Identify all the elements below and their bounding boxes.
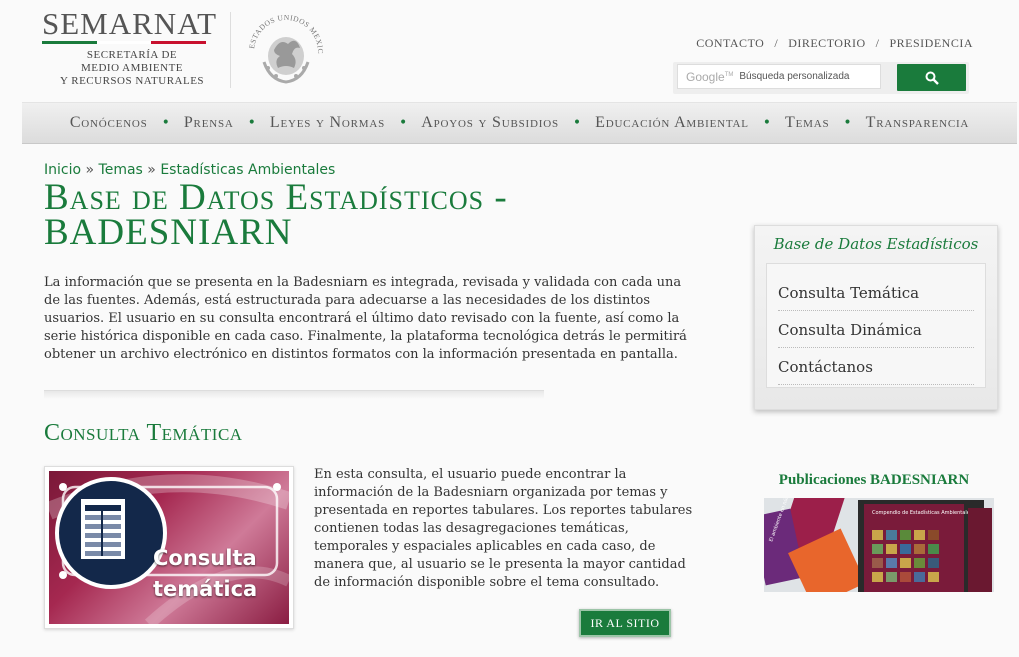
nav-item-prensa[interactable]: Prensa: [184, 114, 234, 132]
publications-title: Publicaciones BADESNIARN: [778, 472, 970, 488]
breadcrumb-inicio[interactable]: Inicio: [44, 162, 81, 178]
nav-item-transparencia[interactable]: Transparencia: [866, 114, 970, 132]
thumbnail-caption: Consulta temática: [153, 543, 257, 605]
link-contacto[interactable]: CONTACTO: [696, 36, 764, 50]
mexico-seal-icon: ESTADOS UNIDOS MEXICANOS: [244, 10, 325, 84]
link-presidencia[interactable]: PRESIDENCIA: [889, 36, 973, 50]
nav-separator-dot: •: [161, 115, 170, 131]
sidebar-item-consulta-dinamica[interactable]: Consulta Dinámica: [778, 321, 974, 348]
search-input[interactable]: [739, 71, 870, 82]
nav-separator-dot: •: [572, 115, 582, 131]
breadcrumb-temas[interactable]: Temas: [99, 162, 143, 178]
sidebar-item-consulta-tematica[interactable]: Consulta Temática: [778, 284, 974, 311]
go-to-site-button[interactable]: IR AL SITIO: [579, 609, 671, 637]
publications-image[interactable]: El ambiente en números Compendio de Esta…: [764, 498, 994, 592]
breadcrumb-estadisticas[interactable]: Estadísticas Ambientales: [160, 162, 335, 178]
section-divider: [44, 390, 544, 399]
breadcrumb-separator: »: [147, 162, 156, 178]
semarnat-logo[interactable]: SEMARNAT SECRETARÍA DE MEDIO AMBIENTE Y …: [42, 8, 222, 93]
logo-divider: [230, 12, 231, 88]
books-image: El ambiente en números Compendio de Esta…: [764, 498, 994, 592]
search-box: GoogleTM: [677, 64, 881, 89]
thumbnail-graphic: Consulta temática: [49, 471, 289, 624]
sidebar-title: Base de Datos Estadísticos: [773, 235, 979, 253]
nav-item-educacion-ambiental[interactable]: Educación Ambiental: [595, 114, 749, 132]
nav-separator-dot: •: [247, 115, 256, 131]
logo-title: SEMARNAT: [42, 6, 218, 41]
search-icon: [925, 71, 939, 85]
breadcrumb-separator: »: [85, 162, 95, 178]
google-brand-mark: TM: [724, 71, 734, 78]
logo-subtitle-line: Y RECURSOS NATURALES: [59, 75, 205, 87]
google-brand: GoogleTM: [686, 70, 733, 84]
logo-subtitle-line: MEDIO AMBIENTE: [80, 62, 184, 74]
nav-separator-dot: •: [843, 115, 852, 131]
logo-tricolor-bar: [42, 41, 207, 44]
link-separator: /: [774, 36, 779, 50]
nav-item-leyes-normas[interactable]: Leyes y Normas: [270, 114, 385, 132]
nav-item-temas[interactable]: Temas: [785, 114, 829, 132]
nav-separator-dot: •: [399, 115, 408, 131]
nav-item-apoyos-subsidios[interactable]: Apoyos y Subsidios: [421, 114, 559, 132]
link-directorio[interactable]: DIRECTORIO: [788, 36, 865, 50]
search-button[interactable]: [897, 64, 966, 91]
page-title: Base de Datos Estadísticos - BADESNIARN: [44, 177, 508, 253]
sidebar-menu: Consulta Temática Consulta Dinámica Cont…: [766, 263, 986, 388]
sidebar-panel: Base de Datos Estadísticos Consulta Temá…: [754, 225, 998, 410]
nav-separator-dot: •: [762, 115, 772, 131]
section-description: En esta consulta, el usuario puede encon…: [314, 467, 693, 590]
logo-subtitle: SECRETARÍA DE MEDIO AMBIENTE Y RECURSOS …: [42, 49, 222, 88]
nav-item-conocenos[interactable]: Conócenos: [70, 114, 148, 132]
top-links: CONTACTO / DIRECTORIO / PRESIDENCIA: [696, 36, 973, 51]
thumbnail-caption-line: Consulta: [153, 546, 257, 570]
sidebar-item-contactanos[interactable]: Contáctanos: [778, 358, 974, 385]
link-separator: /: [875, 36, 880, 50]
breadcrumb: Inicio » Temas » Estadísticas Ambientale…: [44, 162, 335, 178]
main-nav: Conócenos • Prensa • Leyes y Normas • Ap…: [22, 102, 1017, 144]
intro-paragraph: La información que se presenta en la Bad…: [44, 275, 687, 362]
thumbnail-caption-line: temática: [153, 577, 258, 601]
section-title: Consulta Temática: [44, 420, 243, 446]
google-brand-text: Google: [686, 69, 725, 84]
consulta-tematica-image[interactable]: Consulta temática: [44, 466, 294, 629]
logo-subtitle-line: SECRETARÍA DE: [86, 49, 178, 61]
search-bar: GoogleTM: [673, 62, 969, 94]
